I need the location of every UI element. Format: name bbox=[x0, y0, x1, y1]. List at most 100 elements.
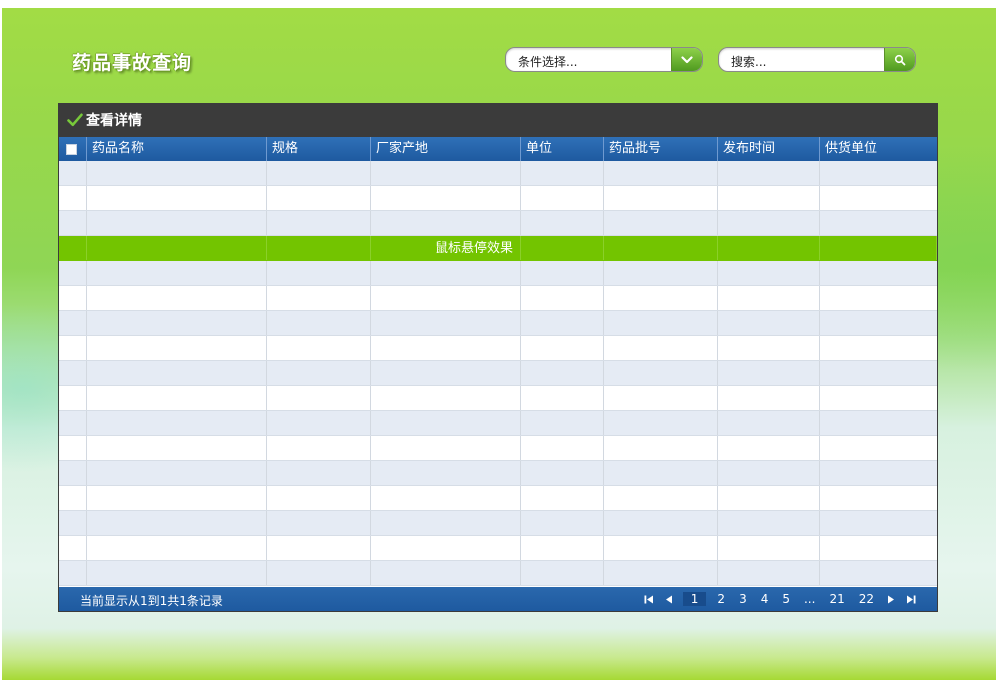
page-link[interactable]: 21 bbox=[826, 592, 847, 606]
page-link[interactable]: 3 bbox=[736, 592, 750, 606]
search-box[interactable]: 搜索... bbox=[718, 47, 916, 72]
table-cell bbox=[604, 511, 718, 535]
table-row[interactable] bbox=[59, 436, 937, 461]
table-cell bbox=[267, 161, 371, 185]
table-cell bbox=[604, 561, 718, 585]
table-cell bbox=[604, 536, 718, 560]
column-header-batch[interactable]: 药品批号 bbox=[604, 137, 718, 161]
table-cell bbox=[820, 411, 937, 435]
table-cell bbox=[820, 461, 937, 485]
table-row[interactable] bbox=[59, 261, 937, 286]
column-header-manufacturer[interactable]: 厂家产地 bbox=[371, 137, 521, 161]
table-cell bbox=[267, 461, 371, 485]
table-cell bbox=[267, 561, 371, 585]
table-row[interactable] bbox=[59, 336, 937, 361]
table-cell bbox=[718, 536, 820, 560]
condition-select[interactable]: 条件选择... bbox=[505, 47, 703, 72]
table-cell bbox=[521, 286, 604, 310]
table-header: 药品名称 规格 厂家产地 单位 药品批号 发布时间 供货单位 bbox=[59, 137, 937, 161]
table-cell bbox=[87, 286, 267, 310]
table-cell bbox=[267, 436, 371, 460]
table-cell bbox=[604, 436, 718, 460]
table-row[interactable] bbox=[59, 486, 937, 511]
table-row[interactable] bbox=[59, 386, 937, 411]
table-row[interactable] bbox=[59, 286, 937, 311]
table-cell bbox=[371, 186, 521, 210]
table-row-hover[interactable]: 鼠标悬停效果 bbox=[59, 236, 937, 261]
dropdown-button[interactable] bbox=[671, 48, 702, 71]
table-row[interactable] bbox=[59, 561, 937, 586]
table-cell bbox=[371, 511, 521, 535]
table-cell bbox=[267, 336, 371, 360]
table-cell bbox=[604, 461, 718, 485]
table-cell bbox=[87, 361, 267, 385]
table-cell bbox=[371, 311, 521, 335]
table-cell bbox=[267, 236, 371, 260]
table-cell bbox=[521, 311, 604, 335]
table-cell bbox=[521, 436, 604, 460]
column-header-unit[interactable]: 单位 bbox=[521, 137, 604, 161]
table-cell bbox=[59, 536, 87, 560]
column-header-spec[interactable]: 规格 bbox=[267, 137, 371, 161]
table-cell bbox=[371, 461, 521, 485]
table-row[interactable] bbox=[59, 411, 937, 436]
table-cell bbox=[59, 261, 87, 285]
table-cell bbox=[59, 411, 87, 435]
table-row[interactable] bbox=[59, 311, 937, 336]
table-cell bbox=[820, 386, 937, 410]
table-cell bbox=[371, 561, 521, 585]
table-cell bbox=[87, 311, 267, 335]
table-cell bbox=[820, 511, 937, 535]
page-link[interactable]: 2 bbox=[714, 592, 728, 606]
table-cell bbox=[718, 561, 820, 585]
table-cell bbox=[718, 436, 820, 460]
table-cell bbox=[87, 161, 267, 185]
checkmark-icon bbox=[67, 113, 83, 126]
table-row[interactable] bbox=[59, 511, 937, 536]
table-cell bbox=[718, 336, 820, 360]
table-row[interactable] bbox=[59, 461, 937, 486]
table-cell bbox=[87, 411, 267, 435]
table-cell bbox=[59, 161, 87, 185]
table-cell bbox=[59, 436, 87, 460]
page-link[interactable]: 1 bbox=[682, 592, 707, 606]
hover-effect-label: 鼠标悬停效果 bbox=[434, 241, 513, 256]
search-button[interactable] bbox=[884, 48, 915, 71]
page-numbers: 1 2 3 4 5... 21 22 bbox=[679, 592, 881, 606]
detail-panel: 查看详情 药品名称 规格 厂家产地 单位 药品批号 发布时间 供货单位 鼠标悬停… bbox=[58, 103, 938, 612]
table-cell bbox=[820, 186, 937, 210]
search-icon bbox=[894, 54, 906, 65]
first-page-icon[interactable] bbox=[642, 592, 656, 606]
table-cell bbox=[521, 461, 604, 485]
table-row[interactable] bbox=[59, 361, 937, 386]
table-row[interactable] bbox=[59, 211, 937, 236]
table-cell bbox=[59, 336, 87, 360]
table-row[interactable] bbox=[59, 161, 937, 186]
select-all-cell bbox=[59, 137, 87, 161]
table-cell bbox=[59, 386, 87, 410]
page-link[interactable]: 5 bbox=[779, 592, 793, 606]
page-link[interactable]: 22 bbox=[856, 592, 877, 606]
table-cell bbox=[87, 536, 267, 560]
prev-page-icon[interactable] bbox=[662, 592, 676, 606]
column-header-name[interactable]: 药品名称 bbox=[87, 137, 267, 161]
table-cell bbox=[59, 511, 87, 535]
table-row[interactable] bbox=[59, 536, 937, 561]
column-header-supplier[interactable]: 供货单位 bbox=[820, 137, 937, 161]
last-page-icon[interactable] bbox=[904, 592, 918, 606]
next-page-icon[interactable] bbox=[884, 592, 898, 606]
table-cell bbox=[604, 411, 718, 435]
search-input[interactable]: 搜索... bbox=[731, 53, 766, 70]
table-cell bbox=[59, 311, 87, 335]
page-link[interactable]: 4 bbox=[758, 592, 772, 606]
table-cell bbox=[604, 486, 718, 510]
table-cell bbox=[87, 236, 267, 260]
table-cell bbox=[521, 561, 604, 585]
table-cell bbox=[820, 211, 937, 235]
table-cell bbox=[718, 161, 820, 185]
table-cell bbox=[718, 211, 820, 235]
table-cell bbox=[604, 361, 718, 385]
column-header-date[interactable]: 发布时间 bbox=[718, 137, 820, 161]
select-all-checkbox[interactable] bbox=[66, 144, 77, 155]
table-row[interactable] bbox=[59, 186, 937, 211]
